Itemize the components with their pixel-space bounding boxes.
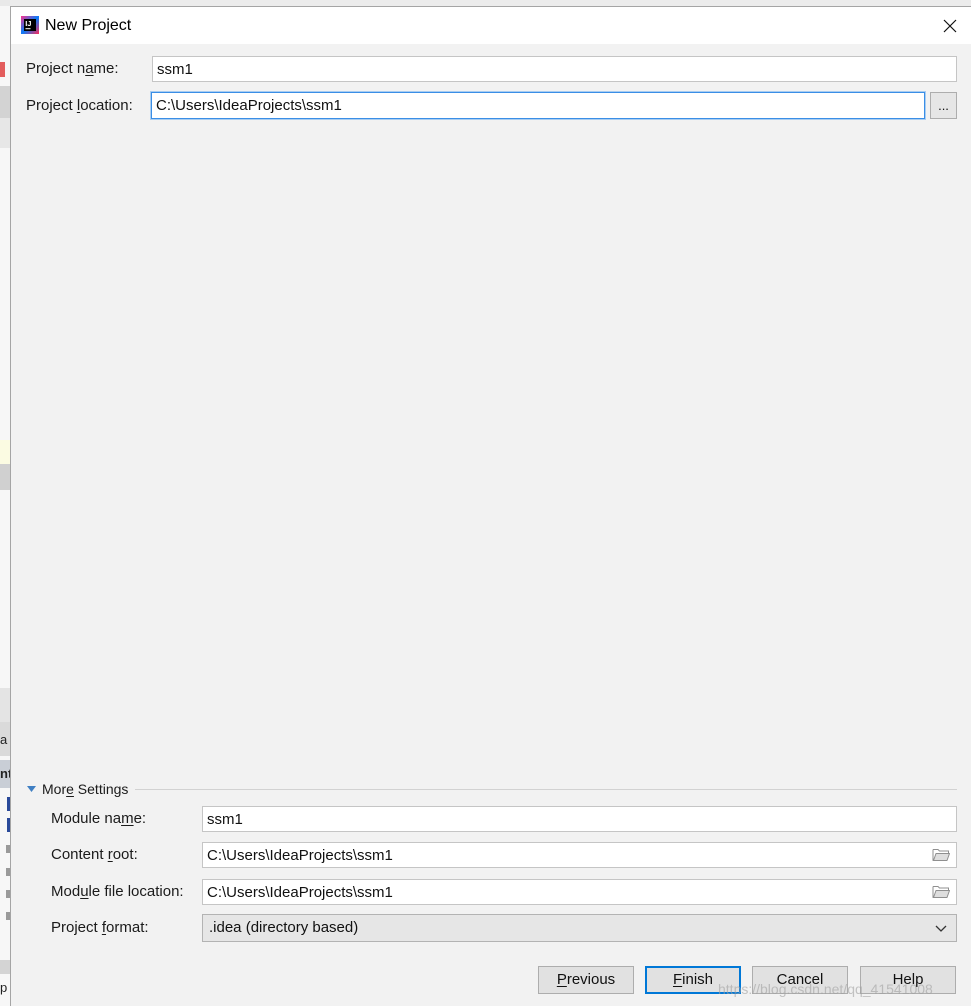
project-format-select[interactable]: .idea (directory based) xyxy=(202,914,957,942)
module-file-location-field[interactable] xyxy=(202,879,957,905)
ide-background-block xyxy=(0,62,5,77)
module-file-location-input[interactable] xyxy=(202,879,957,905)
previous-button[interactable]: Previous xyxy=(538,966,634,994)
ide-background-block xyxy=(0,0,10,6)
finish-button[interactable]: Finish xyxy=(645,966,741,994)
more-settings-divider xyxy=(135,788,957,790)
ide-background-block xyxy=(0,688,10,722)
folder-icon[interactable] xyxy=(932,885,950,899)
ide-background-text: p xyxy=(0,980,8,995)
close-icon xyxy=(943,19,957,32)
project-format-value: .idea (directory based) xyxy=(209,919,359,936)
content-root-field[interactable] xyxy=(202,842,957,868)
more-settings-toggle[interactable]: More Settings xyxy=(26,780,957,798)
content-root-input[interactable] xyxy=(202,842,957,868)
title-bar[interactable]: IJ New Project xyxy=(11,7,971,44)
more-settings-title: More Settings xyxy=(42,781,129,797)
chevron-down-icon xyxy=(935,925,947,932)
intellij-app-icon: IJ xyxy=(21,16,39,34)
module-file-location-label: Module file location: xyxy=(51,883,184,900)
project-location-label: Project location: xyxy=(26,97,133,114)
cancel-button[interactable]: Cancel xyxy=(752,966,848,994)
close-button[interactable] xyxy=(929,7,971,44)
triangle-down-icon xyxy=(27,786,36,792)
ide-background-block xyxy=(0,86,10,118)
project-name-label: Project name: xyxy=(26,60,119,77)
ide-background-block xyxy=(0,960,10,974)
dialog-title: New Project xyxy=(45,17,132,34)
background-ide-window: a nt p xyxy=(0,0,10,1006)
help-button[interactable]: Help xyxy=(860,966,956,994)
project-format-label: Project format: xyxy=(51,919,149,936)
module-name-input[interactable] xyxy=(202,806,957,832)
ide-background-text: nt xyxy=(0,766,10,781)
ide-background-block xyxy=(0,118,10,148)
new-project-dialog: IJ New Project Project name: Project loc… xyxy=(10,6,971,1006)
svg-text:IJ: IJ xyxy=(25,19,31,28)
module-name-label: Module name: xyxy=(51,810,147,827)
project-location-input[interactable] xyxy=(151,92,925,119)
browse-location-button[interactable]: ... xyxy=(930,92,957,119)
ide-background-block xyxy=(0,464,10,490)
folder-icon[interactable] xyxy=(932,848,950,862)
content-root-label: Content root: xyxy=(51,846,138,863)
ide-background-block xyxy=(0,440,10,464)
project-name-input[interactable] xyxy=(152,56,957,82)
ide-background-text: a xyxy=(0,732,8,747)
